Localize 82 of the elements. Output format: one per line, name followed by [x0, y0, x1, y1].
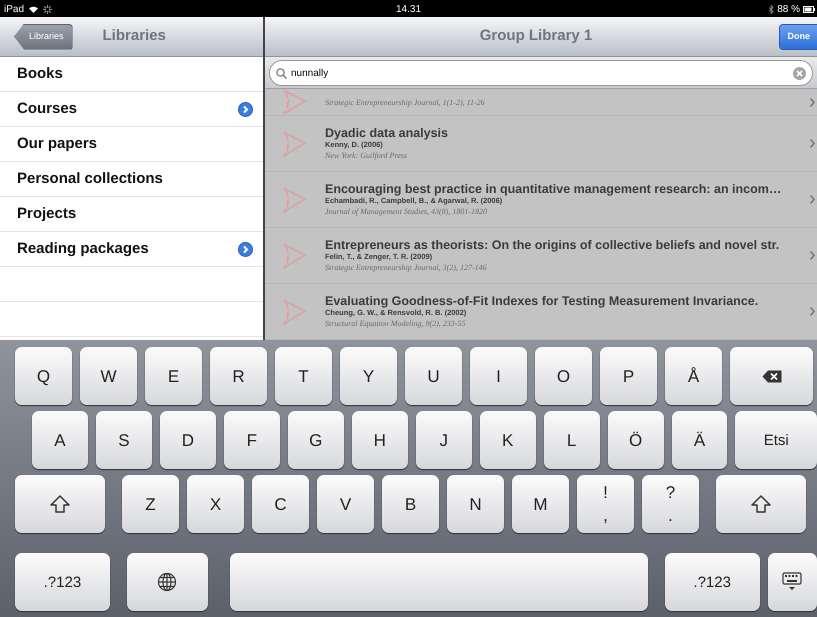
key[interactable]: L: [544, 411, 600, 469]
key[interactable]: B: [382, 475, 439, 533]
result-source: Strategic Entrepreneurship Journal, 1(1-2), 11-26: [325, 96, 486, 108]
carrier-label: iPad: [4, 3, 24, 17]
key[interactable]: C: [252, 475, 309, 533]
result-source: Journal of Management Studies, 43(8), 1801-1820: [325, 206, 488, 217]
library-item[interactable]: Reading packages: [0, 232, 263, 267]
search-key[interactable]: Etsi: [735, 411, 817, 469]
disclosure-icon[interactable]: [238, 242, 253, 256]
search-field[interactable]: nunnally: [269, 60, 813, 86]
key[interactable]: G: [288, 411, 344, 469]
clock-label: 14.31: [396, 3, 422, 17]
wifi-icon: [28, 5, 40, 14]
globe-key[interactable]: [126, 553, 208, 611]
library-title: Group Library 1: [480, 26, 592, 46]
library-item[interactable]: Personal collections: [0, 162, 263, 197]
key[interactable]: K: [480, 411, 536, 469]
chevron-icon: [810, 139, 815, 148]
result-title: Evaluating Goodness-of-Fit Indexes for Testing Measurement Invariance.: [325, 294, 760, 308]
shift-icon: [751, 495, 771, 513]
key[interactable]: A: [32, 411, 88, 469]
key[interactable]: R: [210, 347, 267, 405]
shift-icon: [50, 495, 70, 513]
sidebar-title: Libraries: [102, 26, 166, 46]
result-source: Structural Equation Modeling, 9(2), 233-55: [325, 318, 466, 329]
pdf-icon: [281, 296, 307, 326]
library-item[interactable]: Books: [0, 57, 263, 92]
key[interactable]: ! ,: [577, 475, 634, 533]
globe-icon: [157, 572, 178, 592]
numbers-key[interactable]: .?123: [15, 553, 110, 611]
library-item[interactable]: Projects: [0, 197, 263, 232]
key[interactable]: Ä: [672, 411, 728, 469]
battery-icon: [803, 6, 815, 13]
result-source: Strategic Entrepreneurship Journal, 3(2), 127-146: [325, 262, 488, 273]
chevron-icon: [810, 98, 815, 106]
key[interactable]: Y: [340, 347, 397, 405]
key[interactable]: H: [352, 411, 408, 469]
keyboard-icon: [782, 572, 802, 592]
library-item[interactable]: Courses: [0, 92, 263, 127]
result-title: Entrepreneurs as theorists: On the origins of collective beliefs and novel str.: [325, 238, 780, 252]
search-icon: [276, 68, 287, 78]
chevron-icon: [810, 195, 815, 204]
key[interactable]: O: [535, 347, 592, 405]
key[interactable]: I: [470, 347, 527, 405]
library-item[interactable]: Our papers: [0, 127, 263, 162]
key[interactable]: F: [224, 411, 280, 469]
key[interactable]: ? .: [642, 475, 699, 533]
key[interactable]: Q: [15, 347, 72, 405]
key[interactable]: E: [145, 347, 202, 405]
numbers-key[interactable]: .?123: [664, 553, 760, 611]
backspace-icon: [762, 370, 782, 382]
key[interactable]: W: [80, 347, 137, 405]
key[interactable]: P: [600, 347, 657, 405]
hide-keyboard-key[interactable]: [768, 553, 817, 611]
chevron-icon: [810, 251, 815, 260]
result-title: Encouraging best practice in quantitative management research: an incom…: [325, 182, 782, 196]
key[interactable]: D: [160, 411, 216, 469]
shift-key[interactable]: [716, 475, 806, 533]
shift-key[interactable]: [15, 475, 105, 533]
key[interactable]: Å: [665, 347, 722, 405]
result-title: Dyadic data analysis: [325, 126, 449, 140]
key[interactable]: T: [275, 347, 332, 405]
key[interactable]: V: [317, 475, 374, 533]
key[interactable]: U: [405, 347, 462, 405]
key[interactable]: Z: [122, 475, 179, 533]
backspace-key[interactable]: [730, 347, 813, 405]
key[interactable]: S: [96, 411, 152, 469]
pdf-icon: [281, 240, 307, 270]
key[interactable]: J: [416, 411, 472, 469]
pdf-icon: [281, 128, 307, 158]
activity-icon: [43, 5, 52, 14]
result-source: New York: Guilford Press: [325, 150, 408, 161]
disclosure-icon[interactable]: [238, 102, 253, 116]
key[interactable]: M: [512, 475, 569, 533]
key[interactable]: X: [187, 475, 244, 533]
key[interactable]: Ö: [608, 411, 664, 469]
pdf-icon: [281, 184, 307, 214]
battery-label: 88 %: [777, 3, 800, 17]
key[interactable]: N: [447, 475, 504, 533]
chevron-icon: [810, 307, 815, 316]
bluetooth-icon: [769, 5, 774, 14]
pdf-icon: [281, 87, 307, 117]
